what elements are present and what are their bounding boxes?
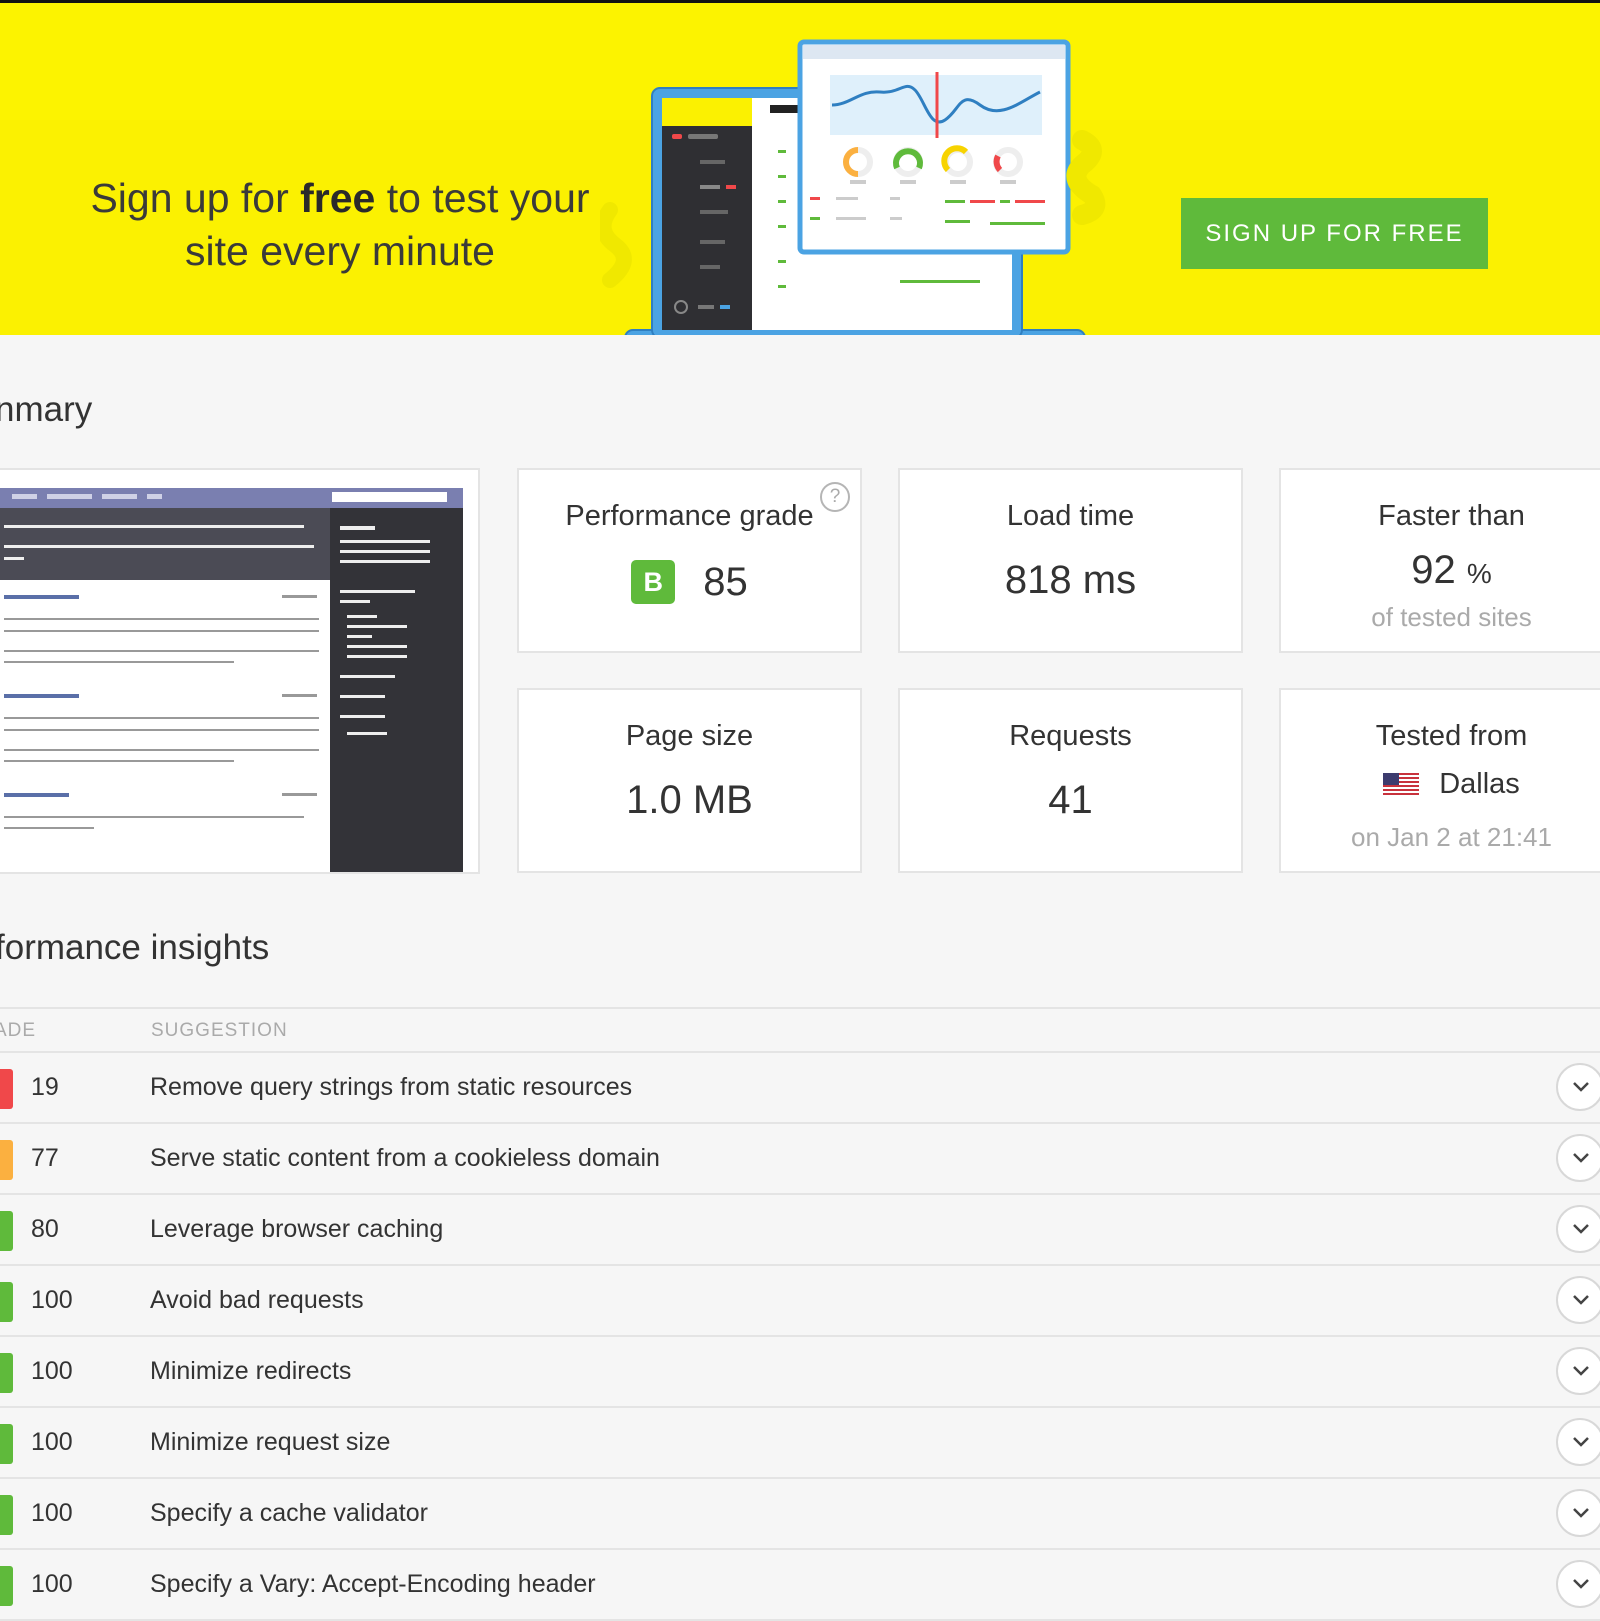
website-screenshot-image — [0, 470, 478, 872]
expand-row-button[interactable] — [1556, 1560, 1600, 1608]
row-score: 77 — [31, 1144, 59, 1172]
row-score: 100 — [31, 1286, 73, 1314]
grade-badge: B — [631, 560, 676, 605]
faster-than-value: 92 % — [1281, 548, 1600, 593]
row-score: 80 — [31, 1215, 59, 1243]
signup-button[interactable]: SIGN UP FOR FREE — [1181, 198, 1488, 269]
page-screenshot-thumbnail[interactable] — [0, 468, 480, 874]
chevron-down-icon — [1573, 1508, 1589, 1518]
grade-color-indicator — [0, 1140, 13, 1180]
row-score: 100 — [31, 1428, 73, 1456]
chevron-down-icon — [1573, 1153, 1589, 1163]
chevron-down-icon — [1573, 1437, 1589, 1447]
table-top-divider — [0, 1007, 1600, 1009]
faster-than-card: Faster than 92 % of tested sites — [1279, 468, 1600, 653]
table-row[interactable]: 80 Leverage browser caching — [0, 1195, 1600, 1266]
page-size-value: 1.0 MB — [626, 778, 753, 822]
column-header-grade: ADE — [0, 1020, 37, 1041]
expand-row-button[interactable] — [1556, 1205, 1600, 1253]
row-suggestion: Minimize request size — [150, 1428, 391, 1456]
performance-grade-label: Performance grade — [565, 500, 814, 532]
tested-from-city: Dallas — [1439, 768, 1520, 800]
question-icon[interactable]: ? — [820, 482, 850, 512]
table-row[interactable]: 100 Minimize request size — [0, 1408, 1600, 1479]
performance-grade-card: Performance grade ? B 85 — [517, 468, 862, 653]
grade-color-indicator — [0, 1495, 13, 1535]
expand-row-button[interactable] — [1556, 1134, 1600, 1182]
chevron-down-icon — [1573, 1082, 1589, 1092]
banner-headline-bold: free — [300, 175, 376, 221]
row-score: 19 — [31, 1073, 59, 1101]
faster-than-number: 92 — [1411, 548, 1456, 592]
row-suggestion: Minimize redirects — [150, 1357, 352, 1385]
chevron-down-icon — [1573, 1224, 1589, 1234]
faster-than-subtext: of tested sites — [1371, 602, 1532, 632]
page-size-label: Page size — [625, 720, 754, 752]
load-time-value: 818 ms — [1004, 558, 1137, 602]
us-flag-icon — [1383, 773, 1420, 798]
grade-color-indicator — [0, 1282, 13, 1322]
faster-than-label: Faster than — [1378, 500, 1525, 532]
tested-from-date: on Jan 2 at 21:41 — [1351, 822, 1552, 852]
banner-headline-part1: Sign up for — [90, 175, 301, 221]
row-suggestion: Specify a Vary: Accept-Encoding header — [150, 1570, 596, 1598]
chevron-down-icon — [1573, 1366, 1589, 1376]
table-row[interactable]: 77 Serve static content from a cookieless… — [0, 1124, 1600, 1195]
table-row[interactable]: 100 Minimize redirects — [0, 1337, 1600, 1408]
chevron-down-icon — [1573, 1295, 1589, 1305]
signup-banner: Sign up for free to test your site every… — [0, 0, 1600, 335]
row-score: 100 — [31, 1357, 73, 1385]
load-time-card: Load time 818 ms — [898, 468, 1243, 653]
grade-color-indicator — [0, 1069, 13, 1109]
tested-from-label: Tested from — [1375, 720, 1528, 752]
expand-row-button[interactable] — [1556, 1418, 1600, 1466]
page-size-card: Page size 1.0 MB — [517, 688, 862, 873]
faster-than-unit: % — [1466, 558, 1492, 589]
row-suggestion: Specify a cache validator — [150, 1499, 428, 1527]
summary-title: nmary — [0, 390, 93, 429]
table-row[interactable]: 100 Specify a Vary: Accept-Encoding heade… — [0, 1550, 1600, 1621]
grade-color-indicator — [0, 1211, 13, 1251]
expand-row-button[interactable] — [1556, 1347, 1600, 1395]
row-score: 100 — [31, 1570, 73, 1598]
table-row[interactable]: 100 Avoid bad requests — [0, 1266, 1600, 1337]
requests-value: 41 — [1048, 778, 1093, 822]
table-row[interactable]: 19 Remove query strings from static resou… — [0, 1053, 1600, 1124]
load-time-label: Load time — [1006, 500, 1135, 532]
expand-row-button[interactable] — [1556, 1489, 1600, 1537]
expand-row-button[interactable] — [1556, 1276, 1600, 1324]
grade-color-indicator — [0, 1424, 13, 1464]
insights-title: formance insights — [0, 928, 270, 967]
banner-headline: Sign up for free to test your site every… — [90, 172, 590, 278]
expand-row-button[interactable] — [1556, 1063, 1600, 1111]
row-suggestion: Avoid bad requests — [150, 1286, 364, 1314]
laptop-dashboard-illustration — [600, 39, 1106, 335]
column-header-suggestion: SUGGESTION — [151, 1020, 288, 1041]
grade-color-indicator — [0, 1566, 13, 1606]
tested-from-location: Dallas — [1281, 768, 1600, 801]
requests-card: Requests 41 — [898, 688, 1243, 873]
requests-label: Requests — [1009, 720, 1132, 752]
row-suggestion: Leverage browser caching — [150, 1215, 444, 1243]
row-suggestion: Remove query strings from static resourc… — [150, 1073, 633, 1101]
chevron-down-icon — [1573, 1579, 1589, 1589]
performance-grade-value: B 85 — [519, 558, 860, 605]
banner-top-border — [0, 0, 1600, 3]
row-suggestion: Serve static content from a cookieless d… — [150, 1144, 660, 1172]
performance-score: 85 — [703, 559, 748, 604]
grade-color-indicator — [0, 1353, 13, 1393]
row-score: 100 — [31, 1499, 73, 1527]
table-row[interactable]: 100 Specify a cache validator — [0, 1479, 1600, 1550]
tested-from-card: Tested from Dallas on Jan 2 at 21:41 — [1279, 688, 1600, 873]
